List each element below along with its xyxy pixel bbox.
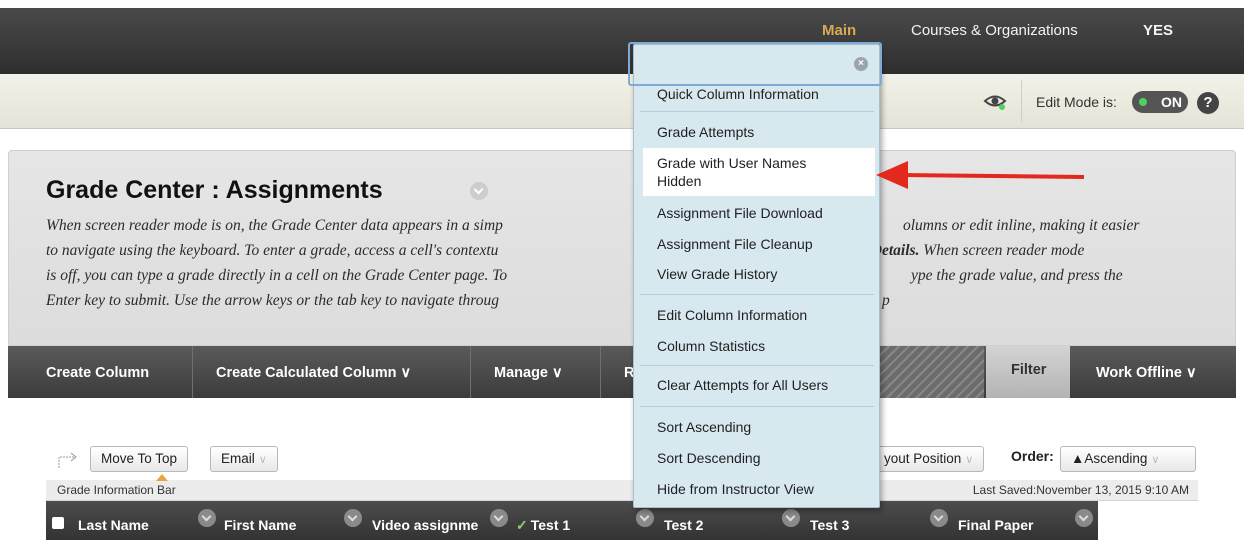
menu-item-grade-with-user-names-hidden-line2[interactable]: Hidden <box>657 173 701 189</box>
toggle-on-indicator <box>1139 98 1147 106</box>
toolbar-divider <box>1021 80 1022 122</box>
page-title: Grade Center : Assignments <box>46 176 383 204</box>
move-to-top-arrow-icon <box>58 452 77 468</box>
column-menu-chevron-icon[interactable] <box>636 509 654 527</box>
test-1-label: Test 1 <box>530 517 571 533</box>
description-line-2-end: e Details. When screen reader mode <box>860 242 1084 260</box>
description-line-2-tail: When screen reader mode <box>919 242 1085 259</box>
menu-item-sort-ascending[interactable]: Sort Ascending <box>657 419 751 435</box>
column-header-final-paper[interactable]: Final Paper <box>958 517 1033 533</box>
description-line-4-end: p <box>882 292 890 309</box>
chevron-down-icon: ∨ <box>1185 365 1197 381</box>
menu-item-column-statistics[interactable]: Column Statistics <box>657 338 765 354</box>
action-divider <box>192 346 193 398</box>
menu-item-grade-attempts[interactable]: Grade Attempts <box>657 124 754 140</box>
column-header-last-name[interactable]: Last Name <box>78 517 149 533</box>
layout-position-label: yout Position <box>884 451 962 466</box>
work-offline-label: Work Offline <box>1096 365 1182 381</box>
create-calculated-column-label: Create Calculated Column <box>216 365 397 381</box>
action-bar-spacer <box>868 346 984 398</box>
email-label: Email <box>221 451 255 466</box>
move-to-top-button[interactable]: Move To Top <box>90 446 189 472</box>
menu-item-edit-column-information[interactable]: Edit Column Information <box>657 307 807 323</box>
menu-item-assignment-file-download[interactable]: Assignment File Download <box>657 205 823 221</box>
description-line-3-end: ype the grade value, and press the <box>911 267 1123 284</box>
last-saved-text: Last Saved:November 13, 2015 9:10 AM <box>972 483 1189 497</box>
manage-menu-button[interactable]: Manage ∨ <box>494 365 563 381</box>
create-calculated-column-button[interactable]: Create Calculated Column ∨ <box>216 365 411 381</box>
action-divider <box>470 346 471 398</box>
order-label: Order: <box>1011 448 1054 464</box>
column-header-test-1[interactable]: ✓ Test 1 <box>516 517 570 534</box>
column-header-test-3[interactable]: Test 3 <box>810 517 849 533</box>
create-column-button[interactable]: Create Column <box>46 365 149 381</box>
menu-divider <box>640 294 874 295</box>
help-icon[interactable]: ? <box>1197 92 1219 114</box>
nav-courses-organizations-link[interactable]: Courses & Organizations <box>911 22 1078 46</box>
column-header-test-2[interactable]: Test 2 <box>664 517 703 533</box>
chevron-down-icon: ∨ <box>552 365 563 381</box>
column-menu-chevron-icon[interactable] <box>490 509 508 527</box>
column-menu-chevron-icon[interactable] <box>930 509 948 527</box>
grade-information-label: Grade Information Bar <box>57 483 176 497</box>
menu-item-hide-from-instructor-view[interactable]: Hide from Instructor View <box>657 481 814 497</box>
column-menu-chevron-icon[interactable] <box>344 509 362 527</box>
menu-item-clear-attempts-for-all-users[interactable]: Clear Attempts for All Users <box>657 377 828 393</box>
select-all-checkbox[interactable] <box>52 517 64 529</box>
menu-item-grade-with-user-names-hidden[interactable]: Grade with User Names <box>657 155 806 171</box>
action-divider <box>600 346 601 398</box>
description-line-2: to navigate using the keyboard. To enter… <box>46 242 499 259</box>
edit-mode-toggle[interactable]: ON <box>1132 91 1188 113</box>
menu-item-view-grade-history[interactable]: View Grade History <box>657 266 777 282</box>
description-line-1: When screen reader mode is on, the Grade… <box>46 217 503 234</box>
chevron-down-icon: ∨ <box>1151 454 1160 466</box>
nav-user-link[interactable]: YES <box>1143 22 1173 46</box>
close-icon[interactable]: × <box>854 57 868 71</box>
column-header-video-assignment[interactable]: Video assignme <box>372 517 478 533</box>
edit-mode-label: Edit Mode is: <box>1036 94 1117 110</box>
title-options-chevron-icon[interactable] <box>470 182 488 200</box>
menu-focus-ring <box>628 42 882 86</box>
work-offline-menu-button[interactable]: Work Offline ∨ <box>1096 365 1197 381</box>
description-line-3: is off, you can type a grade directly in… <box>46 267 508 284</box>
screen-reader-eye-icon[interactable] <box>982 88 1008 114</box>
menu-divider <box>640 111 874 112</box>
menu-divider <box>640 406 874 407</box>
filter-button[interactable]: Filter <box>1011 362 1046 378</box>
description-line-1-end: olumns or edit inline, making it easier <box>903 217 1140 234</box>
column-menu-chevron-icon[interactable] <box>782 509 800 527</box>
column-menu-chevron-icon[interactable] <box>198 509 216 527</box>
layout-position-select[interactable]: yout Position ∨ <box>874 446 985 472</box>
red-annotation-arrow <box>876 161 1085 189</box>
info-bar-marker-icon <box>156 474 168 481</box>
order-select[interactable]: ▲Ascending ∨ <box>1060 446 1196 472</box>
chevron-down-icon: ∨ <box>965 454 974 466</box>
grade-information-bar: Grade Information Bar Last Saved:Novembe… <box>46 474 1198 501</box>
menu-item-assignment-file-cleanup[interactable]: Assignment File Cleanup <box>657 236 813 252</box>
check-icon: ✓ <box>516 517 528 533</box>
email-button[interactable]: Email ∨ <box>210 446 278 472</box>
description-line-4: Enter key to submit. Use the arrow keys … <box>46 292 499 309</box>
chevron-down-icon: ∨ <box>258 454 267 466</box>
order-value: ▲Ascending <box>1071 451 1148 466</box>
menu-item-quick-column-information[interactable]: Quick Column Information <box>657 86 819 102</box>
edit-mode-state: ON <box>1161 94 1182 110</box>
menu-divider <box>640 365 874 366</box>
menu-item-sort-descending[interactable]: Sort Descending <box>657 450 761 466</box>
column-header-first-name[interactable]: First Name <box>224 517 296 533</box>
chevron-down-icon: ∨ <box>400 365 412 381</box>
manage-label: Manage <box>494 365 548 381</box>
column-menu-chevron-icon[interactable] <box>1075 509 1093 527</box>
